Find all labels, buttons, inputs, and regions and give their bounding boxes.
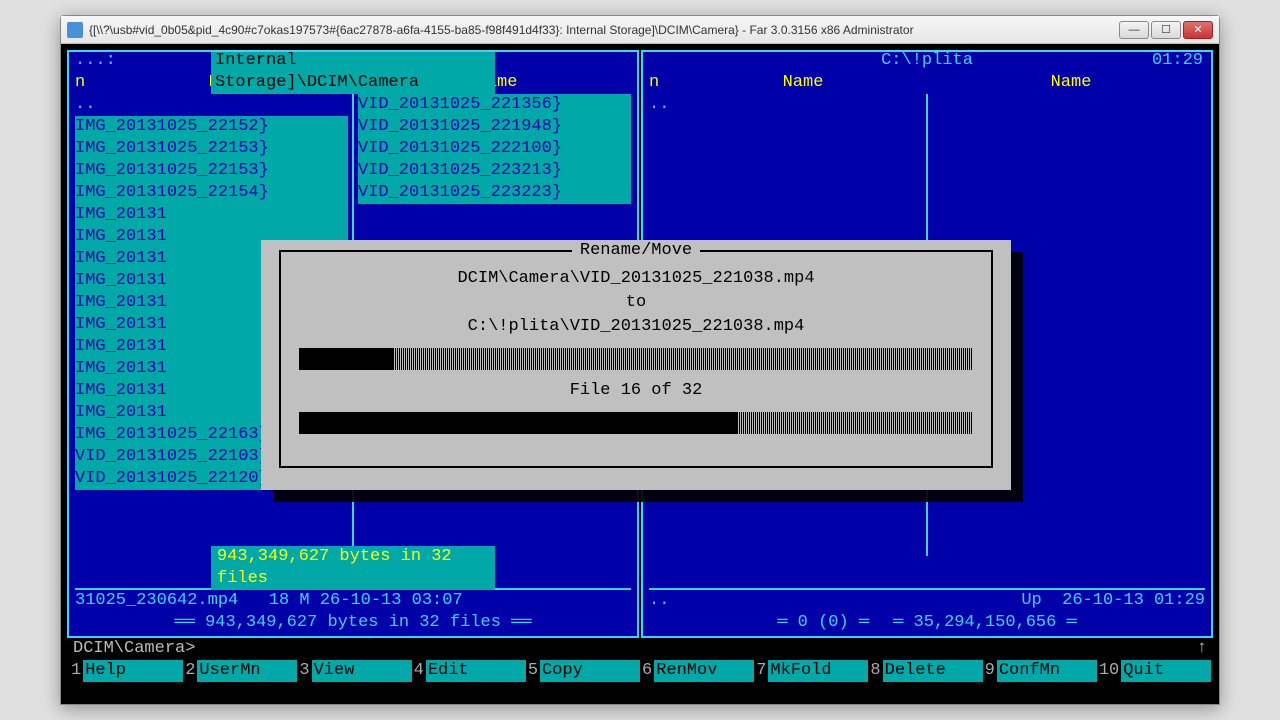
fkey-number: 10 (1097, 660, 1121, 682)
right-footer-right: 35,294,150,656 (914, 613, 1057, 632)
left-footer: ══ 943,349,627 bytes in 32 files ══ (75, 612, 631, 634)
fkey-number: 9 (983, 660, 997, 682)
file-row[interactable]: .. (75, 94, 348, 116)
file-row[interactable]: IMG_20131025_22153} (75, 160, 348, 182)
dialog-file-counter: File 16 of 32 (299, 380, 973, 402)
right-footer-left: 0 (0) (798, 613, 849, 632)
fkey-number: 1 (69, 660, 83, 682)
file-row[interactable]: VID_20131025_223213} (358, 160, 631, 182)
fkey-help[interactable]: 1Help (69, 660, 183, 682)
left-status-line: 31025_230642.mp4 18 M 26-10-13 03:07 (75, 588, 631, 612)
left-panel-caption: Internal Storage]\DCIM\Camera (211, 50, 495, 94)
fkey-quit[interactable]: 10Quit (1097, 660, 1211, 682)
fkey-number: 5 (526, 660, 540, 682)
fkey-renmov[interactable]: 6RenMov (640, 660, 754, 682)
fkey-label: RenMov (654, 660, 754, 682)
selection-mark-icon: } (259, 161, 269, 180)
file-row[interactable]: VID_20131025_221948} (358, 116, 631, 138)
fkey-bar: 1Help2UserMn3View4Edit5Copy6RenMov7MkFol… (67, 660, 1213, 682)
fkey-number: 2 (183, 660, 197, 682)
fkey-confmn[interactable]: 9ConfMn (983, 660, 1097, 682)
selection-mark-icon: } (259, 183, 269, 202)
dialog-to-label: to (299, 292, 973, 314)
selection-mark-icon: } (552, 117, 562, 136)
file-row[interactable]: .. (649, 94, 922, 116)
command-line[interactable]: DCIM\Camera> ↑ (67, 638, 1213, 660)
col-header-n-r: n (649, 72, 669, 94)
fkey-label: Help (83, 660, 183, 682)
fkey-copy[interactable]: 5Copy (526, 660, 640, 682)
selection-mark-icon: } (259, 139, 269, 158)
rename-move-dialog[interactable]: Rename/Move DCIM\Camera\VID_20131025_221… (261, 240, 1011, 490)
fkey-view[interactable]: 3View (297, 660, 411, 682)
file-row[interactable]: VID_20131025_221356} (358, 94, 631, 116)
col-header-n: n (75, 72, 95, 94)
dialog-title: Rename/Move (299, 240, 973, 262)
col-header-name-r1: Name (669, 72, 937, 94)
fkey-label: ConfMn (997, 660, 1097, 682)
file-row[interactable]: IMG_20131 (75, 204, 348, 226)
right-status-line: .. Up 26-10-13 01:29 (649, 588, 1205, 612)
dialog-source: DCIM\Camera\VID_20131025_221038.mp4 (299, 268, 973, 290)
fkey-label: UserMn (197, 660, 297, 682)
fkey-label: Delete (883, 660, 983, 682)
fkey-number: 8 (868, 660, 882, 682)
dialog-destination: C:\!plita\VID_20131025_221038.mp4 (299, 316, 973, 338)
selection-mark-icon: } (552, 183, 562, 202)
history-up-icon[interactable]: ↑ (1197, 638, 1207, 660)
left-selection-summary: 943,349,627 bytes in 32 files (211, 546, 495, 590)
col-header-name-r2: Name (937, 72, 1205, 94)
total-progress-bar (299, 412, 973, 434)
fkey-label: Copy (540, 660, 640, 682)
right-panel-caption: C:\!plita (877, 50, 977, 72)
fkey-number: 3 (297, 660, 311, 682)
window-title: {[\\?\usb#vid_0b05&pid_4c90#c7okas197573… (89, 23, 1119, 37)
fkey-label: MkFold (768, 660, 868, 682)
fkey-delete[interactable]: 8Delete (868, 660, 982, 682)
selection-mark-icon: } (259, 117, 269, 136)
left-footer-text: 943,349,627 bytes in 32 files (205, 613, 511, 632)
titlebar[interactable]: {[\\?\usb#vid_0b05&pid_4c90#c7okas197573… (61, 16, 1219, 44)
file-row[interactable]: IMG_20131025_22153} (75, 138, 348, 160)
file-row[interactable]: VID_20131025_222100} (358, 138, 631, 160)
fkey-mkfold[interactable]: 7MkFold (754, 660, 868, 682)
fkey-usermn[interactable]: 2UserMn (183, 660, 297, 682)
fkey-number: 7 (754, 660, 768, 682)
minimize-button[interactable]: — (1119, 21, 1149, 39)
clock: 01:29 (1148, 50, 1207, 72)
selection-mark-icon: } (552, 139, 562, 158)
file-row[interactable]: IMG_20131025_22152} (75, 116, 348, 138)
prompt-text: DCIM\Camera> (73, 638, 195, 660)
fkey-label: Edit (426, 660, 526, 682)
app-window: {[\\?\usb#vid_0b05&pid_4c90#c7okas197573… (60, 15, 1220, 705)
right-footer: ═ 0 (0) ═ ═ 35,294,150,656 ═ (649, 612, 1205, 634)
right-status-right: Up 26-10-13 01:29 (1021, 590, 1205, 612)
left-status-text: 31025_230642.mp4 18 M 26-10-13 03:07 (75, 590, 463, 612)
file-progress-bar (299, 348, 973, 370)
file-row[interactable]: VID_20131025_223223} (358, 182, 631, 204)
fkey-edit[interactable]: 4Edit (412, 660, 526, 682)
file-row[interactable]: IMG_20131025_22154} (75, 182, 348, 204)
file-progress-fill (299, 348, 393, 370)
maximize-button[interactable]: ☐ (1151, 21, 1181, 39)
close-button[interactable]: ✕ (1183, 21, 1213, 39)
fkey-number: 6 (640, 660, 654, 682)
left-panel-caption-prefix: ...: (75, 50, 116, 72)
selection-mark-icon: } (552, 161, 562, 180)
fkey-label: View (312, 660, 412, 682)
right-status-left: .. (649, 590, 669, 612)
terminal-area: ...: Internal Storage]\DCIM\Camera n Nam… (61, 44, 1219, 704)
app-icon (67, 22, 83, 38)
fkey-number: 4 (412, 660, 426, 682)
total-progress-fill (299, 412, 737, 434)
fkey-label: Quit (1121, 660, 1211, 682)
selection-mark-icon: } (552, 95, 562, 114)
